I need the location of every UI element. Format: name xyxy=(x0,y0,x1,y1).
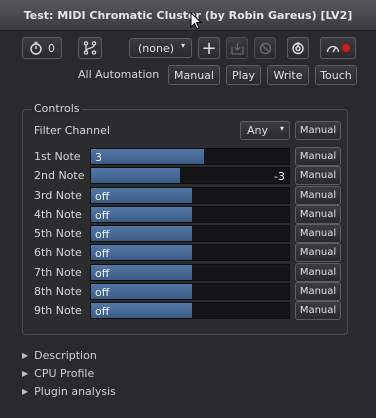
cpu-profile-expander[interactable]: ▶ CPU Profile xyxy=(22,367,94,380)
note-value: off xyxy=(95,285,110,299)
window-title: Test: MIDI Chromatic Cluster (by Robin G… xyxy=(23,8,353,22)
note-label: 4th Note xyxy=(34,207,82,221)
note-row: 5th Note off Manual xyxy=(0,224,376,243)
title-bar[interactable]: Test: MIDI Chromatic Cluster (by Robin G… xyxy=(0,0,376,31)
note-automation-button[interactable]: Manual xyxy=(295,166,341,186)
note-row: 2nd Note -3 Manual xyxy=(0,166,376,186)
automation-write-button[interactable]: Write xyxy=(267,65,309,85)
note-automation-button[interactable]: Manual xyxy=(295,301,341,320)
power-icon xyxy=(292,42,304,55)
controls-group-label: Controls xyxy=(32,102,82,115)
delete-preset-button[interactable] xyxy=(254,37,276,59)
pin-connections-button[interactable] xyxy=(78,37,102,59)
note-row: 3rd Note off Manual xyxy=(0,185,376,205)
chevron-down-icon: ▾ xyxy=(279,124,284,133)
note-automation-button[interactable]: Manual xyxy=(295,243,341,263)
note-row: 4th Note off Manual xyxy=(0,204,376,224)
note-automation-button[interactable]: Manual xyxy=(295,185,341,205)
note-slider[interactable]: off xyxy=(90,244,290,262)
note-value: -3 xyxy=(274,170,285,184)
plugin-analysis-expander[interactable]: ▶ Plugin analysis xyxy=(22,385,116,398)
note-slider[interactable]: off xyxy=(90,263,290,281)
preset-value: (none) xyxy=(138,41,175,55)
note-slider[interactable]: off xyxy=(90,282,290,300)
description-expander[interactable]: ▶ Description xyxy=(22,349,97,362)
triangle-right-icon: ▶ xyxy=(22,387,29,396)
note-automation-button[interactable]: Manual xyxy=(295,262,341,282)
note-row: 7th Note off Manual xyxy=(0,262,376,282)
note-label: 8th Note xyxy=(34,284,82,298)
note-value: off xyxy=(95,189,110,203)
add-preset-button[interactable]: + xyxy=(198,37,220,59)
note-label: 6th Note xyxy=(34,246,82,260)
filter-channel-value: Any xyxy=(247,124,269,137)
all-automation-label: All Automation xyxy=(78,68,160,81)
note-slider[interactable]: -3 xyxy=(90,167,290,185)
note-label: 7th Note xyxy=(34,265,82,279)
meter-icon xyxy=(326,45,340,53)
triangle-right-icon: ▶ xyxy=(22,369,29,378)
note-label: 3rd Note xyxy=(34,188,82,202)
automation-play-button[interactable]: Play xyxy=(226,65,261,85)
note-label: 1st Note xyxy=(34,150,81,163)
cpu-profile-label: CPU Profile xyxy=(34,367,95,380)
latency-value: 0 xyxy=(48,41,55,55)
note-value: off xyxy=(95,247,110,261)
monitor-record-button[interactable] xyxy=(320,37,356,59)
note-row: 8th Note off Manual xyxy=(0,281,376,301)
note-slider[interactable]: 3 xyxy=(90,148,290,165)
note-value: off xyxy=(95,228,110,241)
filter-channel-automation-button[interactable]: Manual xyxy=(295,121,341,140)
filter-channel-label: Filter Channel xyxy=(34,124,110,137)
note-label: 5th Note xyxy=(34,227,82,240)
note-row: 9th Note off Manual xyxy=(0,301,376,320)
note-slider[interactable]: off xyxy=(90,302,290,319)
preset-select[interactable]: (none) ▾ xyxy=(129,38,192,58)
plugin-window: Test: MIDI Chromatic Cluster (by Robin G… xyxy=(0,0,376,418)
filter-channel-select[interactable]: Any ▾ xyxy=(240,121,290,140)
automation-manual-button[interactable]: Manual xyxy=(168,65,220,85)
note-value: off xyxy=(95,305,110,318)
note-automation-button[interactable]: Manual xyxy=(295,204,341,224)
note-slider-fill xyxy=(91,168,181,184)
note-label: 9th Note xyxy=(34,304,82,317)
note-row: 6th Note off Manual xyxy=(0,243,376,263)
save-preset-button[interactable] xyxy=(226,37,248,59)
routing-icon xyxy=(83,41,97,55)
plus-icon: + xyxy=(201,37,217,59)
note-automation-button[interactable]: Manual xyxy=(295,147,341,166)
note-slider[interactable]: off xyxy=(90,186,290,204)
note-slider-fill xyxy=(91,149,204,164)
note-slider[interactable]: off xyxy=(90,225,290,242)
description-label: Description xyxy=(34,349,97,362)
note-row: 1st Note 3 Manual xyxy=(0,147,376,166)
note-automation-button[interactable]: Manual xyxy=(295,224,341,243)
note-automation-button[interactable]: Manual xyxy=(295,281,341,301)
note-value: off xyxy=(95,266,110,280)
automation-touch-button[interactable]: Touch xyxy=(315,65,357,85)
mouse-cursor-icon xyxy=(190,12,202,30)
note-label: 2nd Note xyxy=(34,169,85,183)
chevron-down-icon: ▾ xyxy=(180,41,185,50)
save-icon xyxy=(230,42,244,55)
record-dot-icon xyxy=(342,44,350,52)
prohibited-icon xyxy=(259,42,271,54)
latency-button[interactable]: 0 xyxy=(22,37,62,59)
bypass-button[interactable] xyxy=(287,37,309,59)
stopwatch-icon xyxy=(30,41,42,55)
triangle-right-icon: ▶ xyxy=(22,351,29,360)
plugin-analysis-label: Plugin analysis xyxy=(34,385,116,398)
note-value: off xyxy=(95,208,110,222)
note-slider[interactable]: off xyxy=(90,205,290,223)
note-value: 3 xyxy=(95,151,102,164)
